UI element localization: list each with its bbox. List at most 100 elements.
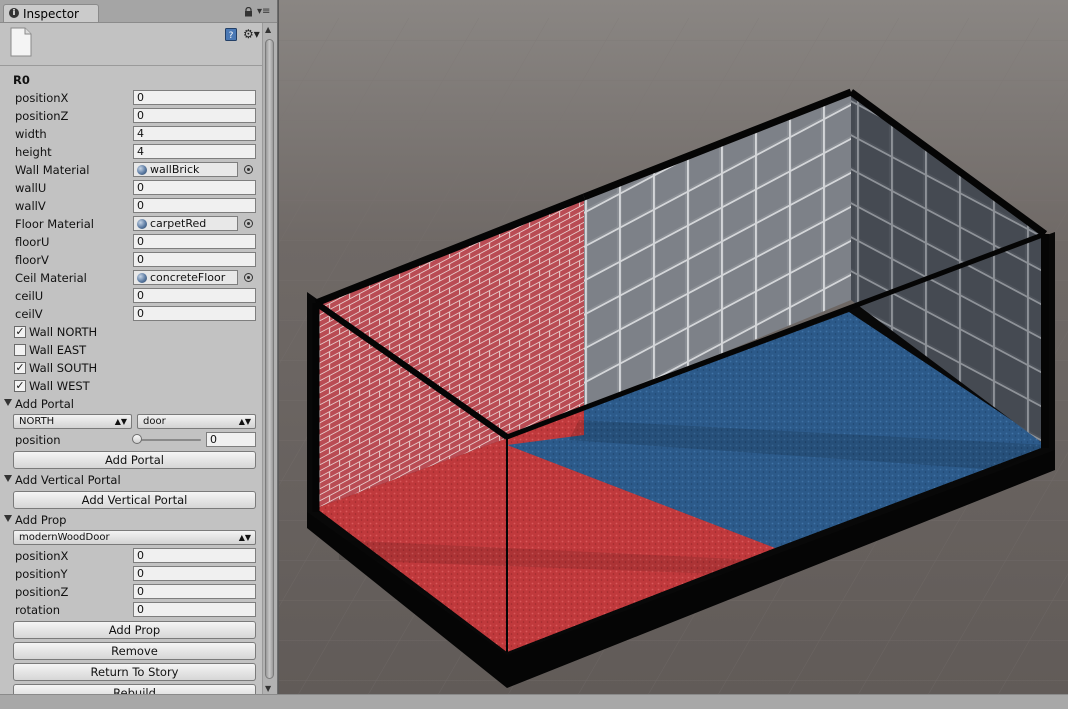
field-label: positionZ (15, 585, 69, 599)
lock-icon[interactable] (244, 6, 253, 20)
width-input[interactable]: 4 (133, 126, 256, 141)
position-slider-thumb[interactable] (132, 434, 142, 444)
add-prop-button[interactable]: Add Prop (13, 621, 256, 639)
prop-positionx-input[interactable]: 0 (133, 548, 256, 563)
wall-west-checkbox[interactable]: ✓ (14, 380, 26, 392)
field-row: positionZ 0 (0, 107, 262, 125)
add-vertical-portal-button[interactable]: Add Vertical Portal (13, 491, 256, 509)
add-vertical-portal-foldout[interactable]: Add Vertical Portal (0, 471, 262, 489)
add-portal-button[interactable]: Add Portal (13, 451, 256, 469)
field-label: ceilU (15, 289, 44, 303)
wall-material-field[interactable]: wallBrick (133, 162, 238, 177)
rebuild-button[interactable]: Rebuild (13, 684, 256, 694)
foldout-label: Add Prop (15, 513, 67, 527)
ceilu-input[interactable]: 0 (133, 288, 256, 303)
checkbox-label: Wall EAST (29, 343, 87, 357)
position-input[interactable]: 0 (206, 432, 256, 447)
field-row: ceilU 0 (0, 287, 262, 305)
prop-rotation-input[interactable]: 0 (133, 602, 256, 617)
material-sphere-icon (137, 219, 147, 229)
field-label: Ceil Material (15, 271, 87, 285)
portal-type-dropdown[interactable]: door ▲▼ (137, 414, 256, 429)
field-row: Floor Material carpetRed (0, 215, 262, 233)
object-picker-icon[interactable] (244, 165, 253, 174)
tab-inspector[interactable]: i Inspector (3, 4, 99, 22)
foldout-arrow-icon[interactable] (4, 399, 12, 406)
return-row: Return To Story (0, 663, 262, 681)
scene-render (279, 0, 1068, 694)
prop-positionz-input[interactable]: 0 (133, 584, 256, 599)
wallv-input[interactable]: 0 (133, 198, 256, 213)
add-prop-foldout[interactable]: Add Prop (0, 511, 262, 529)
remove-button[interactable]: Remove (13, 642, 256, 660)
field-label: positionY (15, 567, 68, 581)
help-book-icon[interactable]: ? (225, 28, 237, 44)
field-row: wallU 0 (0, 179, 262, 197)
object-name: wallBrick (150, 163, 200, 176)
wall-west-row[interactable]: ✓ Wall WEST (0, 377, 262, 395)
floorv-input[interactable]: 0 (133, 252, 256, 267)
prop-positiony-input[interactable]: 0 (133, 566, 256, 581)
portal-position-row: position 0 (0, 431, 262, 449)
dropdown-value: modernWoodDoor (19, 532, 110, 543)
svg-text:?: ? (229, 31, 234, 41)
field-label: floorV (15, 253, 49, 267)
ceilv-input[interactable]: 0 (133, 306, 256, 321)
wall-north-checkbox[interactable]: ✓ (14, 326, 26, 338)
field-label: wallU (15, 181, 47, 195)
field-row: floorU 0 (0, 233, 262, 251)
field-row: ceilV 0 (0, 305, 262, 323)
object-picker-icon[interactable] (244, 219, 253, 228)
positionx-input[interactable]: 0 (133, 90, 256, 105)
prop-popup-row: modernWoodDoor ▲▼ (0, 529, 262, 547)
wallu-input[interactable]: 0 (133, 180, 256, 195)
dropdown-value: NORTH (19, 416, 55, 427)
floor-material-field[interactable]: carpetRed (133, 216, 238, 231)
positionz-input[interactable]: 0 (133, 108, 256, 123)
field-label: positionX (15, 549, 69, 563)
object-picker-icon[interactable] (244, 273, 253, 282)
foldout-arrow-icon[interactable] (4, 515, 12, 522)
scroll-down-icon[interactable]: ▼ (265, 684, 271, 693)
height-input[interactable]: 4 (133, 144, 256, 159)
info-icon: i (9, 8, 19, 18)
wall-east-row[interactable]: Wall EAST (0, 341, 262, 359)
scroll-up-icon[interactable]: ▲ (265, 25, 271, 34)
ceil-material-field[interactable]: concreteFloor (133, 270, 238, 285)
scrollbar-thumb[interactable] (265, 39, 274, 679)
field-label: Wall Material (15, 163, 90, 177)
field-label: positionX (15, 91, 69, 105)
wall-south-row[interactable]: ✓ Wall SOUTH (0, 359, 262, 377)
position-slider-track[interactable] (135, 439, 201, 441)
field-label: ceilV (15, 307, 43, 321)
scene-view[interactable] (279, 0, 1068, 694)
material-sphere-icon (137, 273, 147, 283)
tab-menu-icon[interactable]: ▾≡ (257, 7, 270, 17)
portal-side-dropdown[interactable]: NORTH ▲▼ (13, 414, 132, 429)
field-label: width (15, 127, 47, 141)
script-file-icon (10, 27, 32, 60)
dropdown-value: door (143, 416, 166, 427)
field-row: floorV 0 (0, 251, 262, 269)
field-row: Ceil Material concreteFloor (0, 269, 262, 287)
field-row: Wall Material wallBrick (0, 161, 262, 179)
wall-north-row[interactable]: ✓ Wall NORTH (0, 323, 262, 341)
add-portal-foldout[interactable]: Add Portal (0, 395, 262, 413)
wall-east-checkbox[interactable] (14, 344, 26, 356)
checkbox-label: Wall WEST (29, 379, 90, 393)
gear-icon[interactable]: ⚙▾ (243, 27, 260, 41)
return-to-story-button[interactable]: Return To Story (13, 663, 256, 681)
field-row: positionY 0 (0, 565, 262, 583)
add-vertical-portal-row: Add Vertical Portal (0, 491, 262, 509)
remove-row: Remove (0, 642, 262, 660)
inspector-scrollbar[interactable]: ▲ ▼ (262, 23, 277, 695)
field-row: width 4 (0, 125, 262, 143)
flooru-input[interactable]: 0 (133, 234, 256, 249)
prop-dropdown[interactable]: modernWoodDoor ▲▼ (13, 530, 256, 545)
tab-bar: i Inspector ▾≡ (0, 0, 277, 23)
field-label: positionZ (15, 109, 69, 123)
wall-south-checkbox[interactable]: ✓ (14, 362, 26, 374)
checkbox-label: Wall NORTH (29, 325, 98, 339)
foldout-arrow-icon[interactable] (4, 475, 12, 482)
foldout-label: Add Portal (15, 397, 74, 411)
